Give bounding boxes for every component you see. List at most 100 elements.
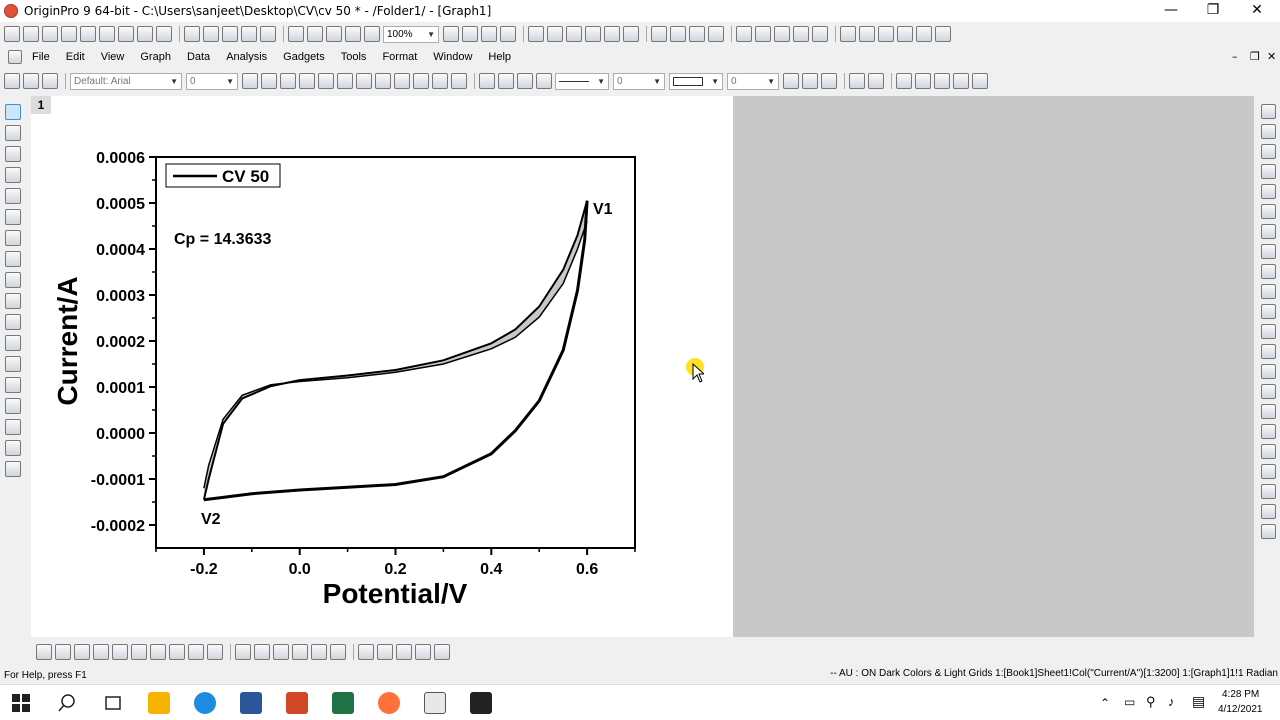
import-icon[interactable] (288, 26, 304, 42)
menu-edit[interactable]: Edit (58, 46, 93, 68)
import-wizard-icon[interactable] (326, 26, 342, 42)
app-center-icon[interactable] (604, 26, 620, 42)
bar-chart-icon[interactable] (755, 26, 771, 42)
menu-graph[interactable]: Graph (132, 46, 179, 68)
ellipse-tool-icon[interactable] (5, 356, 21, 372)
close-button[interactable]: ✕ (1234, 0, 1280, 22)
rescale-icon[interactable] (1260, 104, 1276, 119)
line-plot-icon[interactable] (36, 644, 52, 660)
open-template-icon[interactable] (203, 26, 219, 42)
line-width-combo[interactable]: 0 ▼ (613, 72, 665, 90)
mdi-minimize-button[interactable]: – (1232, 50, 1238, 63)
clock-date[interactable]: 4/12/2021 (1218, 704, 1263, 715)
line-color-icon[interactable] (517, 73, 533, 89)
photos-icon[interactable] (470, 692, 492, 714)
new-notes-icon[interactable] (156, 26, 172, 42)
legend-label[interactable]: CV 50 (222, 167, 269, 186)
paste-icon[interactable] (42, 73, 58, 89)
border-style-combo[interactable]: ▼ (669, 72, 723, 90)
add-layer-icon[interactable] (651, 26, 667, 42)
eraser-icon[interactable] (5, 461, 21, 477)
new-project-icon[interactable] (4, 26, 20, 42)
fill-color-icon[interactable] (479, 73, 495, 89)
excel-icon[interactable] (332, 692, 354, 714)
x-axis-title[interactable]: Potential/V (323, 578, 468, 609)
pattern-icon[interactable] (498, 73, 514, 89)
subscript-icon[interactable] (318, 73, 334, 89)
increase-font-icon[interactable] (375, 73, 391, 89)
font-combo[interactable]: Default: Arial ▼ (70, 72, 182, 90)
new-function-icon[interactable] (118, 26, 134, 42)
draw-data-icon[interactable] (5, 272, 21, 288)
screen-reader-icon[interactable] (5, 167, 21, 183)
lock-icon[interactable] (868, 73, 884, 89)
decrease-font-icon[interactable] (394, 73, 410, 89)
underline-icon[interactable] (280, 73, 296, 89)
menu-gadgets[interactable]: Gadgets (275, 46, 333, 68)
results-log-icon[interactable] (566, 26, 582, 42)
align-left-icon[interactable] (1260, 464, 1276, 479)
zoom-out-icon[interactable] (5, 146, 21, 162)
axis-break-icon[interactable] (1260, 304, 1276, 319)
mask-tool-icon[interactable] (5, 419, 21, 435)
add-top-x-icon[interactable] (1260, 224, 1276, 239)
3d-surface-icon[interactable] (235, 644, 251, 660)
line-style-combo[interactable]: ▼ (555, 72, 609, 90)
open-excel-icon[interactable] (222, 26, 238, 42)
cut-icon[interactable] (4, 73, 20, 89)
refresh-icon[interactable] (462, 26, 478, 42)
print-icon[interactable] (443, 26, 459, 42)
script-window-icon[interactable] (528, 26, 544, 42)
italic-icon[interactable] (261, 73, 277, 89)
hatch-icon[interactable] (783, 73, 799, 89)
copy-icon[interactable] (23, 73, 39, 89)
recalculate-icon[interactable] (345, 26, 361, 42)
text-tool-icon[interactable] (5, 293, 21, 309)
code-builder-icon[interactable] (481, 26, 497, 42)
firefox-icon[interactable] (378, 692, 400, 714)
clock-time[interactable]: 4:28 PM (1222, 689, 1259, 700)
merge-icon[interactable] (1260, 164, 1276, 179)
timestamp-icon[interactable] (1260, 364, 1276, 379)
set-z-icon[interactable] (878, 26, 894, 42)
table-icon[interactable] (821, 73, 837, 89)
data-cursor-icon[interactable] (5, 209, 21, 225)
line-tool-icon[interactable] (5, 335, 21, 351)
font-size-combo[interactable]: 0 ▼ (186, 72, 238, 90)
greek-icon[interactable] (356, 73, 372, 89)
menu-window[interactable]: Window (425, 46, 480, 68)
mask-settings-icon[interactable] (434, 644, 450, 660)
tray-chevron-icon[interactable]: ⌃ (1100, 696, 1110, 710)
gridlines-icon[interactable] (802, 73, 818, 89)
new-workbook-icon[interactable] (42, 26, 58, 42)
notepad-icon[interactable] (424, 692, 446, 714)
search-icon[interactable] (58, 694, 76, 712)
add-layer-icon[interactable] (1260, 144, 1276, 159)
line-symbol-plot-icon[interactable] (74, 644, 90, 660)
menu-file[interactable]: File (24, 46, 58, 68)
volume-icon[interactable]: ♪ (1168, 694, 1175, 709)
open-icon[interactable] (184, 26, 200, 42)
add-right-y-icon[interactable] (1260, 244, 1276, 259)
import-multiple-icon[interactable] (307, 26, 323, 42)
menu-format[interactable]: Format (374, 46, 425, 68)
word-icon[interactable] (240, 692, 262, 714)
markup-icon[interactable] (849, 73, 865, 89)
distribute-icon[interactable] (1260, 524, 1276, 539)
bring-front-icon[interactable] (896, 73, 912, 89)
template-icon[interactable] (207, 644, 223, 660)
clear-filter-icon[interactable] (812, 26, 828, 42)
group-icon[interactable] (934, 73, 950, 89)
unmask-icon[interactable] (377, 644, 393, 660)
align-middle-icon[interactable] (1260, 424, 1276, 439)
zoom-combo[interactable]: 100% ▼ (383, 25, 439, 43)
3d-scatter-icon[interactable] (273, 644, 289, 660)
zoom-in-icon[interactable] (5, 125, 21, 141)
font-color-icon[interactable] (451, 73, 467, 89)
set-y-icon[interactable] (859, 26, 875, 42)
new-excel-icon[interactable] (61, 26, 77, 42)
save-project-icon[interactable] (241, 26, 257, 42)
v2-label[interactable]: V2 (201, 511, 221, 528)
area-plot-icon[interactable] (150, 644, 166, 660)
graph-page[interactable]: -0.2 0.0 0.2 0.4 0.6 0.0006 0.0005 0.0004 0.0003… (31, 96, 733, 637)
